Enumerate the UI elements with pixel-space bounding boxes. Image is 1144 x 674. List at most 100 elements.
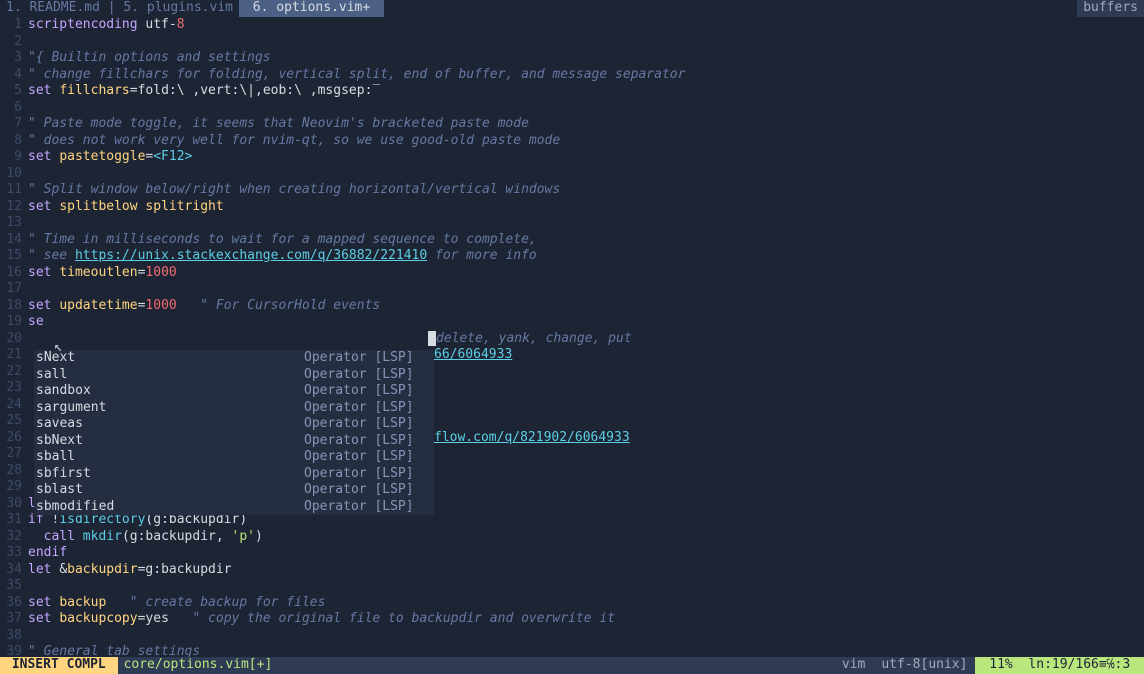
number: 1000 [145, 298, 176, 313]
completion-item[interactable]: sbfirstOperator [LSP] [34, 466, 434, 483]
url-link[interactable]: flow.com/q/821902/6064933 [434, 430, 630, 445]
line-number: 34 [0, 562, 28, 579]
option: backupdir [67, 562, 137, 577]
line-number: 16 [0, 265, 28, 282]
completion-kind: Operator [LSP] [304, 350, 414, 367]
keyword: let [28, 562, 59, 577]
keyword: set [28, 595, 59, 610]
comment: " For CursorHold events [177, 298, 381, 313]
file-name: core/options.vim[+] [118, 657, 273, 674]
operator: & [59, 562, 67, 577]
keyword: set [28, 149, 59, 164]
line-number: 23 [0, 380, 28, 397]
comment: " copy the original file to backupdir an… [169, 611, 615, 626]
line-number: 24 [0, 397, 28, 414]
function: mkdir [83, 529, 122, 544]
keyword: call [28, 529, 83, 544]
option: backup [59, 595, 106, 610]
completion-item[interactable]: sNextOperator [LSP] [34, 350, 434, 367]
tab-active[interactable]: 6. options.vim+ [239, 0, 384, 17]
line-number: 32 [0, 529, 28, 546]
line-number: 26 [0, 430, 28, 447]
tab-line: 1. README.md | 5. plugins.vim 6. options… [0, 0, 1144, 17]
line-number: 18 [0, 298, 28, 315]
completion-kind: Operator [LSP] [304, 449, 414, 466]
completion-item[interactable]: sbmodifiedOperator [LSP] [34, 499, 434, 516]
line-number: 37 [0, 611, 28, 628]
line-number: 15 [0, 248, 28, 265]
line-number: 2 [0, 34, 28, 51]
tab-inactive[interactable]: 1. README.md | 5. plugins.vim [0, 0, 239, 17]
line-number: 11 [0, 182, 28, 199]
completion-popup[interactable]: sNextOperator [LSP] sallOperator [LSP] s… [34, 350, 434, 515]
line-number: 10 [0, 166, 28, 183]
line-number: 36 [0, 595, 28, 612]
completion-word: sbNext [34, 433, 304, 450]
special-key: <F12> [153, 149, 192, 164]
keyword: set [28, 83, 59, 98]
completion-word: saveas [34, 416, 304, 433]
comment: " Split window below/right when creating… [28, 182, 1144, 199]
paren: ( [122, 529, 130, 544]
identifier: g:backupdir [145, 562, 231, 577]
number: 8 [177, 17, 185, 32]
line-number: 20 [0, 331, 28, 348]
hidden-text: delete, yank, change, put [436, 331, 632, 346]
line-number: 22 [0, 364, 28, 381]
line-number: 6 [0, 100, 28, 117]
position: 11% ln:19/166≡℅:3 [975, 657, 1144, 674]
line-number: 35 [0, 578, 28, 595]
completion-item[interactable]: sandboxOperator [LSP] [34, 383, 434, 400]
completion-item[interactable]: saveasOperator [LSP] [34, 416, 434, 433]
option: updatetime [59, 298, 137, 313]
option: fillchars [59, 83, 129, 98]
completion-kind: Operator [LSP] [304, 367, 414, 384]
url-link[interactable]: https://unix.stackexchange.com/q/36882/2… [75, 248, 427, 263]
url-link[interactable]: 66/6064933 [434, 347, 512, 362]
line-number: 33 [0, 545, 28, 562]
comment: " does not work very well for nvim-qt, s… [28, 133, 1144, 150]
line-number: 17 [0, 281, 28, 298]
line-number: 31 [0, 512, 28, 529]
line-number: 25 [0, 413, 28, 430]
string: 'p' [232, 529, 255, 544]
line-number: 14 [0, 232, 28, 249]
operator: = [130, 83, 138, 98]
status-line: INSERT COMPL core/options.vim[+] vim utf… [0, 657, 1144, 674]
keyword: endif [28, 545, 67, 560]
value: yes [145, 611, 168, 626]
completion-word: sandbox [34, 383, 304, 400]
line-number: 30 [0, 496, 28, 513]
completion-item[interactable]: sallOperator [LSP] [34, 367, 434, 384]
completion-item[interactable]: sbNextOperator [LSP] [34, 433, 434, 450]
line-number: 4 [0, 67, 28, 84]
encoding: utf-8[unix] [873, 657, 975, 674]
completion-kind: Operator [LSP] [304, 416, 414, 433]
completion-item[interactable]: sargumentOperator [LSP] [34, 400, 434, 417]
comment: " change fillchars for folding, vertical… [28, 67, 1144, 84]
line-number: 21 [0, 347, 28, 364]
completion-word: sargument [34, 400, 304, 417]
keyword: scriptencoding [28, 17, 138, 32]
completion-kind: Operator [LSP] [304, 482, 414, 499]
comment: "{ Builtin options and settings [28, 50, 1144, 67]
option: backupcopy [59, 611, 137, 626]
comment: " Time in milliseconds to wait for a map… [28, 232, 1144, 249]
paren: ) [255, 529, 263, 544]
line-number: 28 [0, 463, 28, 480]
completion-kind: Operator [LSP] [304, 499, 414, 516]
completion-kind: Operator [LSP] [304, 466, 414, 483]
completion-item[interactable]: sballOperator [LSP] [34, 449, 434, 466]
editor-area[interactable]: 1scriptencoding utf-8 2 3"{ Builtin opti… [0, 17, 1144, 661]
option: splitbelow [59, 199, 137, 214]
line-number: 8 [0, 133, 28, 150]
completion-item[interactable]: sblastOperator [LSP] [34, 482, 434, 499]
keyword: set [28, 265, 59, 280]
buffers-label[interactable]: buffers [1077, 0, 1144, 17]
option: timeoutlen [59, 265, 137, 280]
completion-word: sbfirst [34, 466, 304, 483]
keyword: se [28, 314, 44, 329]
line-number: 7 [0, 116, 28, 133]
keyword: set [28, 199, 59, 214]
keyword: set [28, 298, 59, 313]
